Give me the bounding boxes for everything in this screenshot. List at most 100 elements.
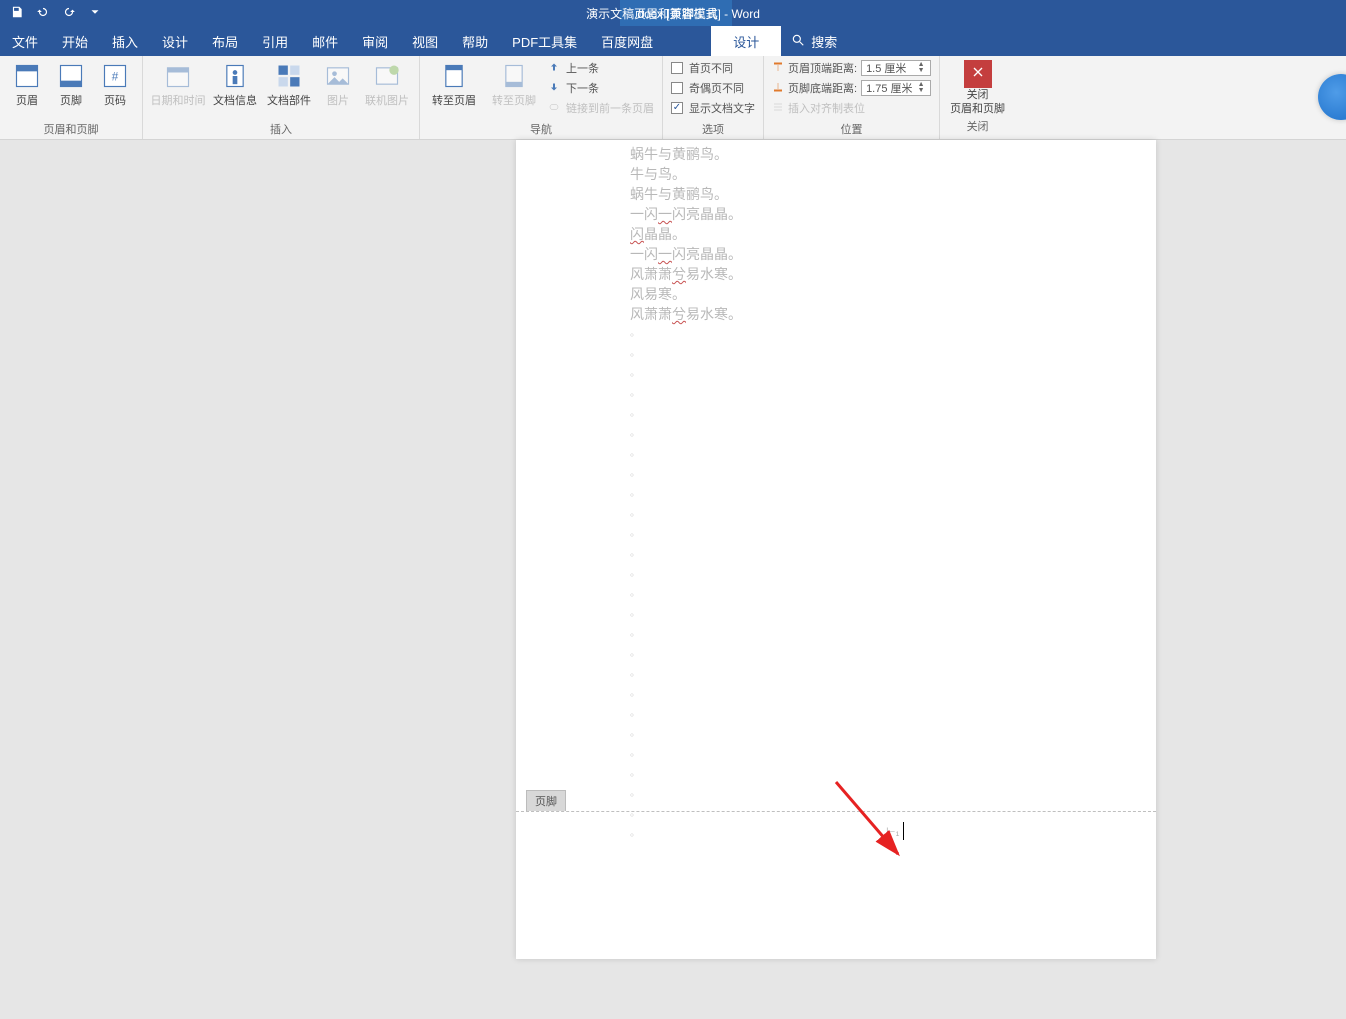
body-paragraph: 牛与鸟。 [630, 164, 1136, 184]
tab-home[interactable]: 开始 [50, 26, 100, 56]
empty-paragraph-mark: 。 [630, 384, 1136, 404]
qat-more-icon[interactable] [88, 5, 102, 22]
first-page-different-checkbox[interactable]: 首页不同 [671, 60, 755, 76]
empty-paragraph-mark: 。 [630, 424, 1136, 444]
body-paragraph: 风萧萧兮易水寒。 [630, 264, 1136, 284]
tab-review[interactable]: 审阅 [350, 26, 400, 56]
tab-design[interactable]: 设计 [150, 26, 200, 56]
empty-paragraph-mark: 。 [630, 604, 1136, 624]
empty-paragraph-mark: 。 [630, 644, 1136, 664]
save-icon[interactable] [10, 5, 24, 22]
online-pictures-button[interactable]: 联机图片 [361, 60, 413, 108]
tab-view[interactable]: 视图 [400, 26, 450, 56]
online-picture-icon [373, 62, 401, 90]
group-label-insert: 插入 [270, 119, 292, 137]
group-label-options: 选项 [702, 119, 724, 137]
link-to-previous-button[interactable]: 链接到前一条页眉 [548, 100, 654, 116]
page-number-icon: # [101, 62, 129, 90]
tab-layout[interactable]: 布局 [200, 26, 250, 56]
empty-paragraph-mark: 。 [630, 624, 1136, 644]
footer-distance-icon [772, 81, 784, 96]
body-paragraph: 一闪一闪亮晶晶。 [630, 204, 1136, 224]
arrow-up-icon [548, 61, 560, 76]
header-distance-field[interactable]: 页眉顶端距离: 1.5 厘米▲▼ [772, 60, 931, 76]
align-tab-icon [772, 101, 784, 116]
empty-paragraph-mark: 。 [630, 404, 1136, 424]
redo-icon[interactable] [62, 5, 76, 22]
document-body: 蜗牛与黄鹂鸟。牛与鸟。蜗牛与黄鹂鸟。一闪一闪亮晶晶。闪晶晶。一闪一闪亮晶晶。风萧… [516, 140, 1156, 844]
body-paragraph: 蜗牛与黄鹂鸟。 [630, 184, 1136, 204]
empty-paragraph-mark: 。 [630, 744, 1136, 764]
group-options: 首页不同 奇偶页不同 显示文档文字 选项 [663, 56, 764, 139]
link-icon [548, 101, 560, 116]
picture-icon [324, 62, 352, 90]
group-label-close: 关闭 [967, 116, 989, 134]
tab-pdf[interactable]: PDF工具集 [500, 26, 589, 56]
header-distance-icon [772, 61, 784, 76]
empty-paragraph-mark: 。 [630, 684, 1136, 704]
tell-me-search[interactable]: 搜索 [781, 26, 847, 56]
close-button-label: 关闭 页眉和页脚 [950, 88, 1005, 116]
empty-paragraph-mark: 。 [630, 504, 1136, 524]
next-button[interactable]: 下一条 [548, 80, 654, 96]
show-document-text-checkbox[interactable]: 显示文档文字 [671, 100, 755, 116]
body-paragraph: 一闪一闪亮晶晶。 [630, 244, 1136, 264]
empty-paragraph-mark: 。 [630, 704, 1136, 724]
docinfo-icon [221, 62, 249, 90]
group-navigation: 转至页眉 转至页脚 上一条 下一条 链接到前一条页眉 [420, 56, 663, 139]
footer-distance-field[interactable]: 页脚底端距离: 1.75 厘米▲▼ [772, 80, 931, 96]
goto-footer-button[interactable]: 转至页脚 [488, 60, 540, 108]
group-label-nav: 导航 [530, 119, 552, 137]
insert-alignment-tab-button[interactable]: 插入对齐制表位 [772, 100, 931, 116]
body-paragraph: 风萧萧兮易水寒。 [630, 304, 1136, 324]
empty-paragraph-mark: 。 [630, 544, 1136, 564]
empty-paragraph-mark: 。 [630, 484, 1136, 504]
group-position: 页眉顶端距离: 1.5 厘米▲▼ 页脚底端距离: 1.75 厘米▲▼ 插入对齐制… [764, 56, 940, 139]
header-button[interactable]: 页眉 [6, 60, 48, 108]
tab-file[interactable]: 文件 [0, 26, 50, 56]
empty-paragraph-mark: 。 [630, 464, 1136, 484]
goto-header-icon [440, 62, 468, 90]
pictures-button[interactable]: 图片 [317, 60, 359, 108]
empty-paragraph-mark: 。 [630, 784, 1136, 804]
calendar-icon [164, 62, 192, 90]
empty-paragraph-mark: 。 [630, 344, 1136, 364]
body-paragraph: 风易寒。 [630, 284, 1136, 304]
empty-paragraph-mark: 。 [630, 584, 1136, 604]
empty-paragraph-mark: 。 [630, 764, 1136, 784]
group-close: 关闭 页眉和页脚 关闭 [940, 56, 1015, 139]
undo-icon[interactable] [36, 5, 50, 22]
close-header-footer-button[interactable] [964, 60, 992, 88]
docparts-button[interactable]: 文档部件 [263, 60, 315, 108]
tab-insert[interactable]: 插入 [100, 26, 150, 56]
docinfo-button[interactable]: 文档信息 [209, 60, 261, 108]
tab-help[interactable]: 帮助 [450, 26, 500, 56]
document-workspace: 蜗牛与黄鹂鸟。牛与鸟。蜗牛与黄鹂鸟。一闪一闪亮晶晶。闪晶晶。一闪一闪亮晶晶。风萧… [0, 140, 1346, 1019]
empty-paragraph-mark: 。 [630, 564, 1136, 584]
footer-button[interactable]: 页脚 [50, 60, 92, 108]
ribbon-tabs: 文件 开始 插入 设计 布局 引用 邮件 审阅 视图 帮助 PDF工具集 百度网… [0, 26, 1346, 56]
tab-mailings[interactable]: 邮件 [300, 26, 350, 56]
arrow-down-icon [548, 81, 560, 96]
group-header-footer: 页眉 页脚 # 页码 页眉和页脚 [0, 56, 143, 139]
tab-references[interactable]: 引用 [250, 26, 300, 56]
group-insert: 日期和时间 文档信息 文档部件 图片 联机图片 插入 [143, 56, 420, 139]
page-number-button[interactable]: # 页码 [94, 60, 136, 108]
goto-header-button[interactable]: 转至页眉 [428, 60, 480, 108]
search-label: 搜索 [811, 32, 837, 51]
building-blocks-icon [275, 62, 303, 90]
body-paragraph: 闪晶晶。 [630, 224, 1136, 244]
document-page[interactable]: 蜗牛与黄鹂鸟。牛与鸟。蜗牛与黄鹂鸟。一闪一闪亮晶晶。闪晶晶。一闪一闪亮晶晶。风萧… [516, 140, 1156, 959]
search-icon [791, 33, 805, 50]
footer-editing-area[interactable]: ⊢₁ [516, 811, 1156, 959]
group-label-hf: 页眉和页脚 [44, 119, 99, 137]
odd-even-different-checkbox[interactable]: 奇偶页不同 [671, 80, 755, 96]
titlebar: 页眉和页脚工具 演示文稿.docx [兼容模式] - Word [0, 0, 1346, 26]
window-title: 演示文稿.docx [兼容模式] - Word [586, 5, 760, 22]
close-icon [970, 64, 986, 85]
empty-paragraph-mark: 。 [630, 524, 1136, 544]
tab-baidu[interactable]: 百度网盘 [589, 26, 665, 56]
previous-button[interactable]: 上一条 [548, 60, 654, 76]
tab-headerfooter-design[interactable]: 设计 [711, 26, 781, 56]
datetime-button[interactable]: 日期和时间 [149, 60, 207, 108]
